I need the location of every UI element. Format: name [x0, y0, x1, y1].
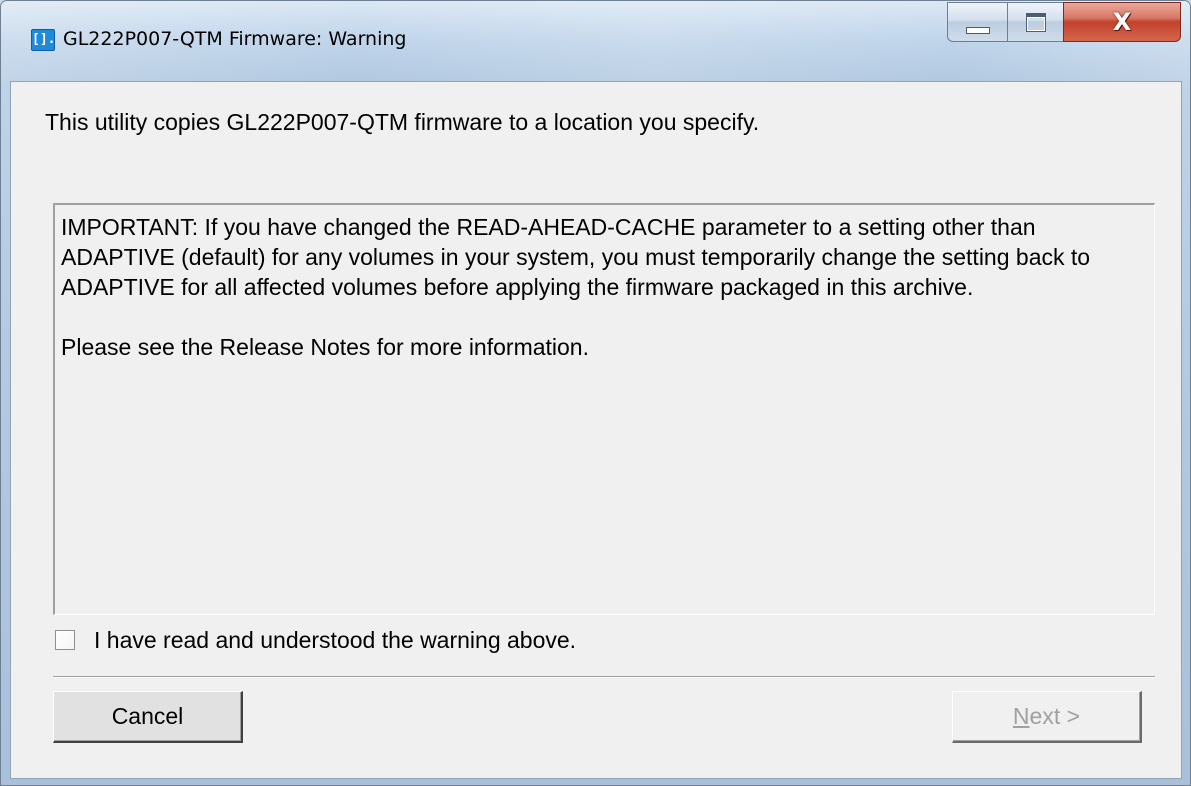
warning-text: IMPORTANT: If you have changed the READ-… — [61, 212, 1141, 362]
warning-paragraph-release-notes: Please see the Release Notes for more in… — [61, 334, 589, 360]
intro-text: This utility copies GL222P007-QTM firmwa… — [45, 109, 760, 135]
warning-text-box[interactable]: IMPORTANT: If you have changed the READ-… — [53, 203, 1155, 615]
close-icon: X — [1112, 8, 1132, 36]
separator — [53, 676, 1155, 678]
maximize-icon — [1025, 12, 1046, 32]
next-button-accelerator: N — [1012, 703, 1030, 729]
warning-paragraph-important: IMPORTANT: If you have changed the READ-… — [61, 214, 1091, 300]
next-button[interactable]: Next > — [952, 691, 1142, 743]
caption-buttons: X — [947, 2, 1181, 46]
acknowledge-checkbox[interactable] — [55, 630, 75, 650]
acknowledge-row[interactable]: I have read and understood the warning a… — [55, 625, 576, 655]
acknowledge-label[interactable]: I have read and understood the warning a… — [94, 627, 576, 654]
title-bar[interactable]: []. GL222P007-QTM Firmware: Warning X — [1, 1, 1190, 81]
maximize-button[interactable] — [1007, 2, 1063, 42]
minimize-button[interactable] — [947, 2, 1007, 42]
next-button-label: ext > — [1029, 703, 1081, 729]
minimize-icon — [965, 26, 990, 34]
close-button[interactable]: X — [1063, 2, 1181, 42]
dialog-window: []. GL222P007-QTM Firmware: Warning X Th… — [0, 0, 1191, 786]
app-icon[interactable]: []. — [31, 29, 55, 51]
window-title: GL222P007-QTM Firmware: Warning — [63, 28, 407, 50]
cancel-button[interactable]: Cancel — [53, 691, 243, 743]
